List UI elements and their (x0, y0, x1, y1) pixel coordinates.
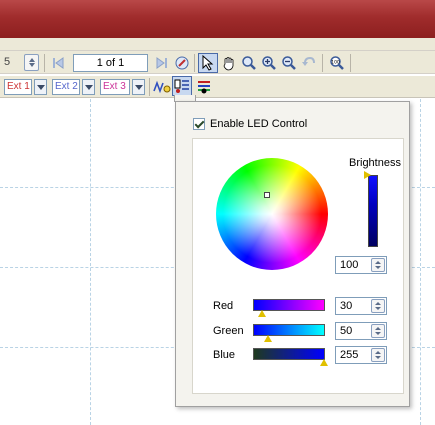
enable-led-label: Enable LED Control (210, 118, 308, 130)
blue-value: 255 (340, 349, 359, 361)
go-to-page-icon[interactable] (172, 53, 192, 73)
toolbar-separator (194, 54, 195, 72)
green-value: 50 (340, 325, 353, 337)
toolbar-separator (44, 54, 45, 72)
toolbar-separator (322, 54, 323, 72)
brightness-value: 100 (340, 259, 359, 271)
blue-spin-buttons[interactable] (371, 348, 385, 362)
brightness-slider-thumb[interactable] (364, 171, 371, 179)
page-number-field[interactable]: 1 of 1 (73, 54, 148, 72)
enable-led-row[interactable]: Enable LED Control (193, 118, 307, 130)
zoom-out-icon[interactable] (279, 53, 299, 73)
window-title-bar (0, 0, 435, 38)
pan-hand-icon[interactable] (219, 53, 239, 73)
extension-toolbar: Ext 1 Ext 2 Ext 3 (0, 76, 435, 98)
brightness-spinbox[interactable]: 100 (335, 256, 387, 274)
led-control-popup: Enable LED Control Brightness 100 Red 30… (175, 101, 410, 407)
ext-3-select[interactable]: Ext 3 (100, 79, 130, 95)
toolbar-separator (149, 78, 150, 96)
zoom-tool-icon[interactable] (239, 53, 259, 73)
ext-2-dropdown-icon[interactable] (82, 79, 95, 95)
actual-size-icon[interactable]: 100 (327, 53, 347, 73)
brightness-slider[interactable] (368, 175, 378, 247)
grid-line (420, 99, 421, 425)
led-control-icon[interactable] (172, 76, 192, 96)
menu-area (0, 38, 435, 50)
zoom-value-fragment: 5 (4, 56, 11, 68)
zoom-in-icon[interactable] (259, 53, 279, 73)
blue-slider-thumb[interactable] (320, 359, 328, 366)
color-wheel[interactable] (216, 158, 328, 270)
color-wheel-marker[interactable] (264, 192, 270, 198)
green-label: Green (213, 325, 244, 337)
first-page-icon[interactable] (48, 53, 68, 73)
red-spinbox[interactable]: 30 (335, 297, 387, 315)
blue-slider[interactable] (253, 348, 328, 366)
svg-text:100: 100 (331, 60, 340, 66)
signal-tool-icon[interactable] (152, 77, 172, 97)
toolbar-separator (350, 54, 351, 72)
red-value: 30 (340, 300, 353, 312)
select-pointer-icon[interactable] (198, 53, 218, 73)
brightness-spin-buttons[interactable] (371, 258, 385, 272)
grid-line (90, 99, 91, 425)
ext-1-dropdown-icon[interactable] (34, 79, 47, 95)
brightness-label: Brightness (349, 157, 401, 169)
red-slider-thumb[interactable] (258, 310, 266, 317)
undo-icon[interactable] (299, 53, 319, 73)
enable-led-checkbox[interactable] (193, 118, 205, 130)
green-spinbox[interactable]: 50 (335, 322, 387, 340)
blue-spinbox[interactable]: 255 (335, 346, 387, 364)
ext-2-select[interactable]: Ext 2 (52, 79, 80, 95)
red-spin-buttons[interactable] (371, 299, 385, 313)
led-color-icon[interactable] (194, 77, 214, 97)
red-label: Red (213, 300, 234, 312)
red-slider[interactable] (253, 299, 325, 317)
zoom-spinner[interactable] (24, 54, 39, 71)
blue-label: Blue (213, 349, 236, 361)
green-slider[interactable] (253, 324, 325, 342)
led-settings-panel: Brightness 100 Red 30 Green 50 Blue 255 (192, 138, 404, 394)
ext-1-select[interactable]: Ext 1 (4, 79, 32, 95)
last-page-icon[interactable] (152, 53, 172, 73)
green-slider-thumb[interactable] (264, 335, 272, 342)
navigation-toolbar: 5 1 of 1 100 (0, 50, 435, 74)
ext-3-dropdown-icon[interactable] (132, 79, 145, 95)
green-spin-buttons[interactable] (371, 324, 385, 338)
